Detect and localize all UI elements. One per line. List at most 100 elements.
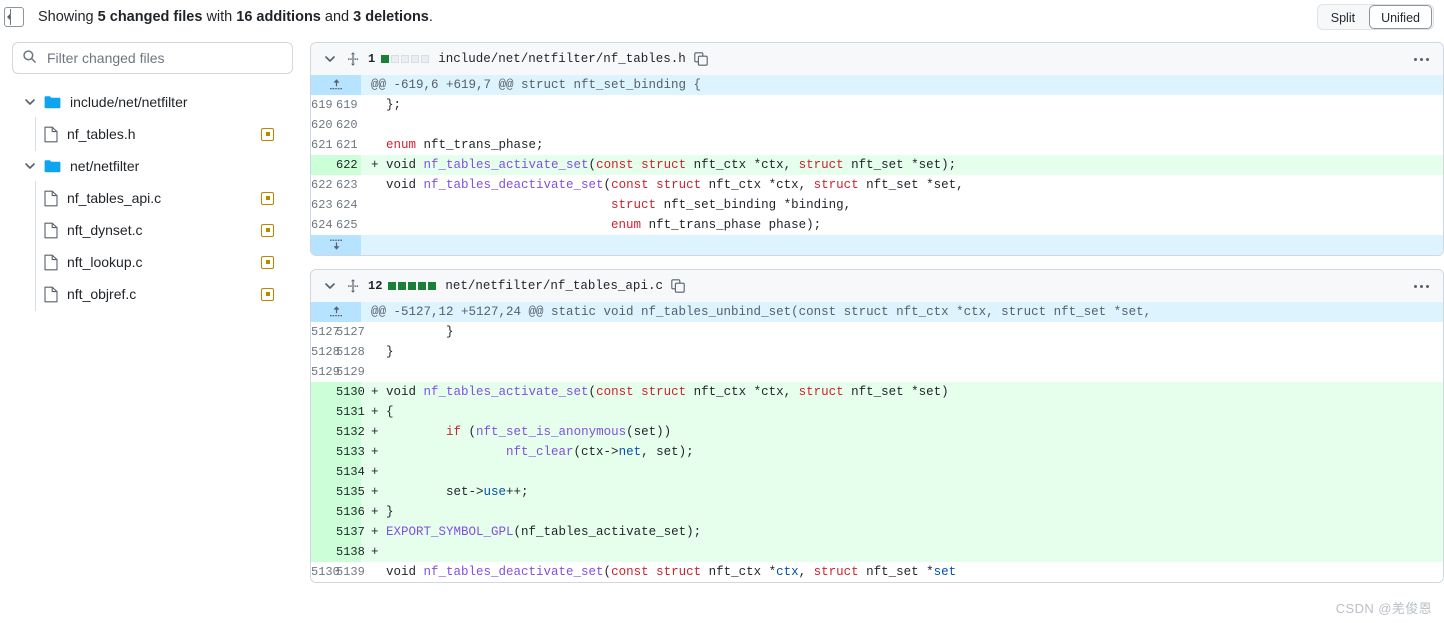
diff-code-line[interactable]: }; — [361, 95, 1443, 115]
expand-up-icon — [311, 303, 361, 320]
line-number-new: 5128 — [336, 342, 365, 362]
diff-row-context: 5127 5127 } — [311, 322, 1443, 342]
summary-deletions-count: 3 deletions — [353, 8, 429, 25]
chevron-down-icon[interactable] — [322, 278, 338, 294]
hunk-header-row: @@ -5127,12 +5127,24 @@ static void nf_t… — [311, 302, 1443, 322]
diff-row-context: 5130 5139 void nf_tables_deactivate_set(… — [311, 562, 1443, 582]
diff-row-context: 622 623 void nf_tables_deactivate_set(co… — [311, 175, 1443, 195]
line-number-new: 5130 — [336, 382, 365, 402]
modified-status-icon — [261, 287, 274, 301]
filter-changed-files-box[interactable] — [12, 42, 293, 74]
line-number-new: 620 — [336, 115, 361, 135]
diff-code-line[interactable]: enum nft_trans_phase phase); — [361, 215, 1443, 235]
diff-file-header: 12 net/netfilter/nf_tables_api.c — [311, 270, 1443, 302]
diff-file-path: include/net/netfilter/nf_tables.h — [438, 52, 686, 66]
view-mode-split[interactable]: Split — [1319, 5, 1367, 29]
chevron-down-icon[interactable] — [22, 158, 38, 174]
tree-file-label: nf_tables.h — [67, 126, 136, 142]
expand-up-button[interactable] — [311, 302, 361, 322]
kebab-menu-icon[interactable] — [1414, 270, 1429, 302]
diff-row-added: 5134 + — [311, 462, 1443, 482]
diff-code-line[interactable]: + EXPORT_SYMBOL_GPL(nf_tables_activate_s… — [361, 522, 1443, 542]
expand-up-button[interactable] — [311, 75, 361, 95]
diff-row-added: 5131 + { — [311, 402, 1443, 422]
tree-folder-label: include/net/netfilter — [70, 94, 188, 110]
diff-code-line[interactable]: + void nf_tables_activate_set(const stru… — [361, 155, 1443, 175]
drag-handle-icon[interactable] — [347, 278, 359, 294]
tree-file-nft_objref-c[interactable]: nft_objref.c — [12, 277, 293, 311]
tree-file-label: nft_lookup.c — [67, 254, 143, 270]
diff-view-toggle[interactable]: Split Unified — [1316, 4, 1434, 30]
diff-row-context: 621 621 enum nft_trans_phase; — [311, 135, 1443, 155]
diff-file-card: 12 net/netfilter/nf_tables_api.c @@ -512… — [310, 269, 1444, 583]
filter-changed-files-input[interactable] — [45, 49, 283, 67]
file-icon — [44, 222, 58, 239]
hunk-footer-row — [311, 235, 1443, 255]
hunk-header-text: @@ -5127,12 +5127,24 @@ static void nf_t… — [361, 302, 1443, 322]
diff-code-line[interactable]: + if (nft_set_is_anonymous(set)) — [361, 422, 1443, 442]
diff-row-added: 5137 + EXPORT_SYMBOL_GPL(nf_tables_activ… — [311, 522, 1443, 542]
chevron-down-icon[interactable] — [22, 94, 38, 110]
chevron-down-icon[interactable] — [322, 51, 338, 67]
line-number-old — [311, 155, 336, 175]
expand-down-button[interactable] — [311, 235, 361, 255]
diff-row-added: 5130 + void nf_tables_activate_set(const… — [311, 382, 1443, 402]
file-icon — [44, 190, 58, 207]
diff-code-line[interactable]: struct nft_set_binding *binding, — [361, 195, 1443, 215]
summary-additions-count: 16 additions — [236, 8, 321, 25]
diff-code-line[interactable]: void nf_tables_deactivate_set(const stru… — [361, 175, 1443, 195]
diff-code-line[interactable]: + nft_clear(ctx->net, set); — [361, 442, 1443, 462]
line-number-old: 623 — [311, 195, 336, 215]
line-number-new: 625 — [336, 215, 361, 235]
view-mode-unified[interactable]: Unified — [1369, 5, 1432, 29]
copy-path-icon[interactable] — [694, 52, 708, 66]
hunk-footer-spacer — [361, 235, 1443, 255]
diff-code-line[interactable]: void nf_tables_deactivate_set(const stru… — [361, 562, 1443, 582]
tree-folder-net-netfilter[interactable]: net/netfilter — [12, 150, 293, 182]
line-number-old: 622 — [311, 175, 336, 195]
summary-end: . — [428, 8, 433, 25]
tree-file-nf_tables_api-c[interactable]: nf_tables_api.c — [12, 181, 293, 215]
tree-file-nft_dynset-c[interactable]: nft_dynset.c — [12, 213, 293, 247]
line-number-new: 619 — [336, 95, 361, 115]
hunk-header-row: @@ -619,6 +619,7 @@ struct nft_set_bindi… — [311, 75, 1443, 95]
summary-and: and — [320, 8, 354, 25]
line-number-old — [311, 382, 336, 402]
search-icon — [22, 49, 37, 67]
tree-folder-include-net-netfilter[interactable]: include/net/netfilter — [12, 86, 293, 118]
line-number-old — [311, 462, 336, 482]
line-number-old: 5129 — [311, 362, 340, 382]
diff-row-added: 5138 + — [311, 542, 1443, 562]
file-icon — [44, 286, 58, 303]
diff-code-line[interactable]: + void nf_tables_activate_set(const stru… — [361, 382, 1443, 402]
diff-code-line[interactable] — [361, 362, 1443, 382]
kebab-menu-icon[interactable] — [1414, 43, 1429, 75]
summary-mid: with — [202, 8, 237, 25]
file-change-count: 12 — [368, 279, 383, 293]
sidebar-collapse-icon[interactable] — [4, 6, 24, 27]
diff-code-line[interactable]: } — [361, 322, 1443, 342]
modified-status-icon — [261, 255, 274, 269]
hunk-header-text: @@ -619,6 +619,7 @@ struct nft_set_bindi… — [361, 75, 1443, 95]
diff-code-line[interactable]: + set->use++; — [361, 482, 1443, 502]
copy-path-icon[interactable] — [671, 279, 685, 293]
drag-handle-icon[interactable] — [347, 51, 359, 67]
tree-file-nf_tables-h[interactable]: nf_tables.h — [12, 117, 293, 151]
diff-code-line[interactable] — [361, 115, 1443, 135]
diff-row-context: 5129 5129 — [311, 362, 1443, 382]
diff-row-added: 5136 + } — [311, 502, 1443, 522]
diff-code-line[interactable]: + { — [361, 402, 1443, 422]
diff-code-line[interactable]: } — [361, 342, 1443, 362]
diff-code-line[interactable]: + — [361, 542, 1443, 562]
diff-code-line[interactable]: enum nft_trans_phase; — [361, 135, 1443, 155]
tree-file-nft_lookup-c[interactable]: nft_lookup.c — [12, 245, 293, 279]
diffstat-blocks — [381, 55, 430, 63]
diff-code-line[interactable]: + — [361, 462, 1443, 482]
modified-status-icon — [261, 223, 274, 237]
line-number-old: 5130 — [311, 562, 340, 582]
diff-code-line[interactable]: + } — [361, 502, 1443, 522]
diff-row-added: 5135 + set->use++; — [311, 482, 1443, 502]
line-number-old — [311, 502, 336, 522]
changed-files-sidebar: include/net/netfilter nf_tables.h net/ne… — [0, 33, 303, 623]
top-bar: Showing 5 changed files with 16 addition… — [0, 0, 1444, 33]
